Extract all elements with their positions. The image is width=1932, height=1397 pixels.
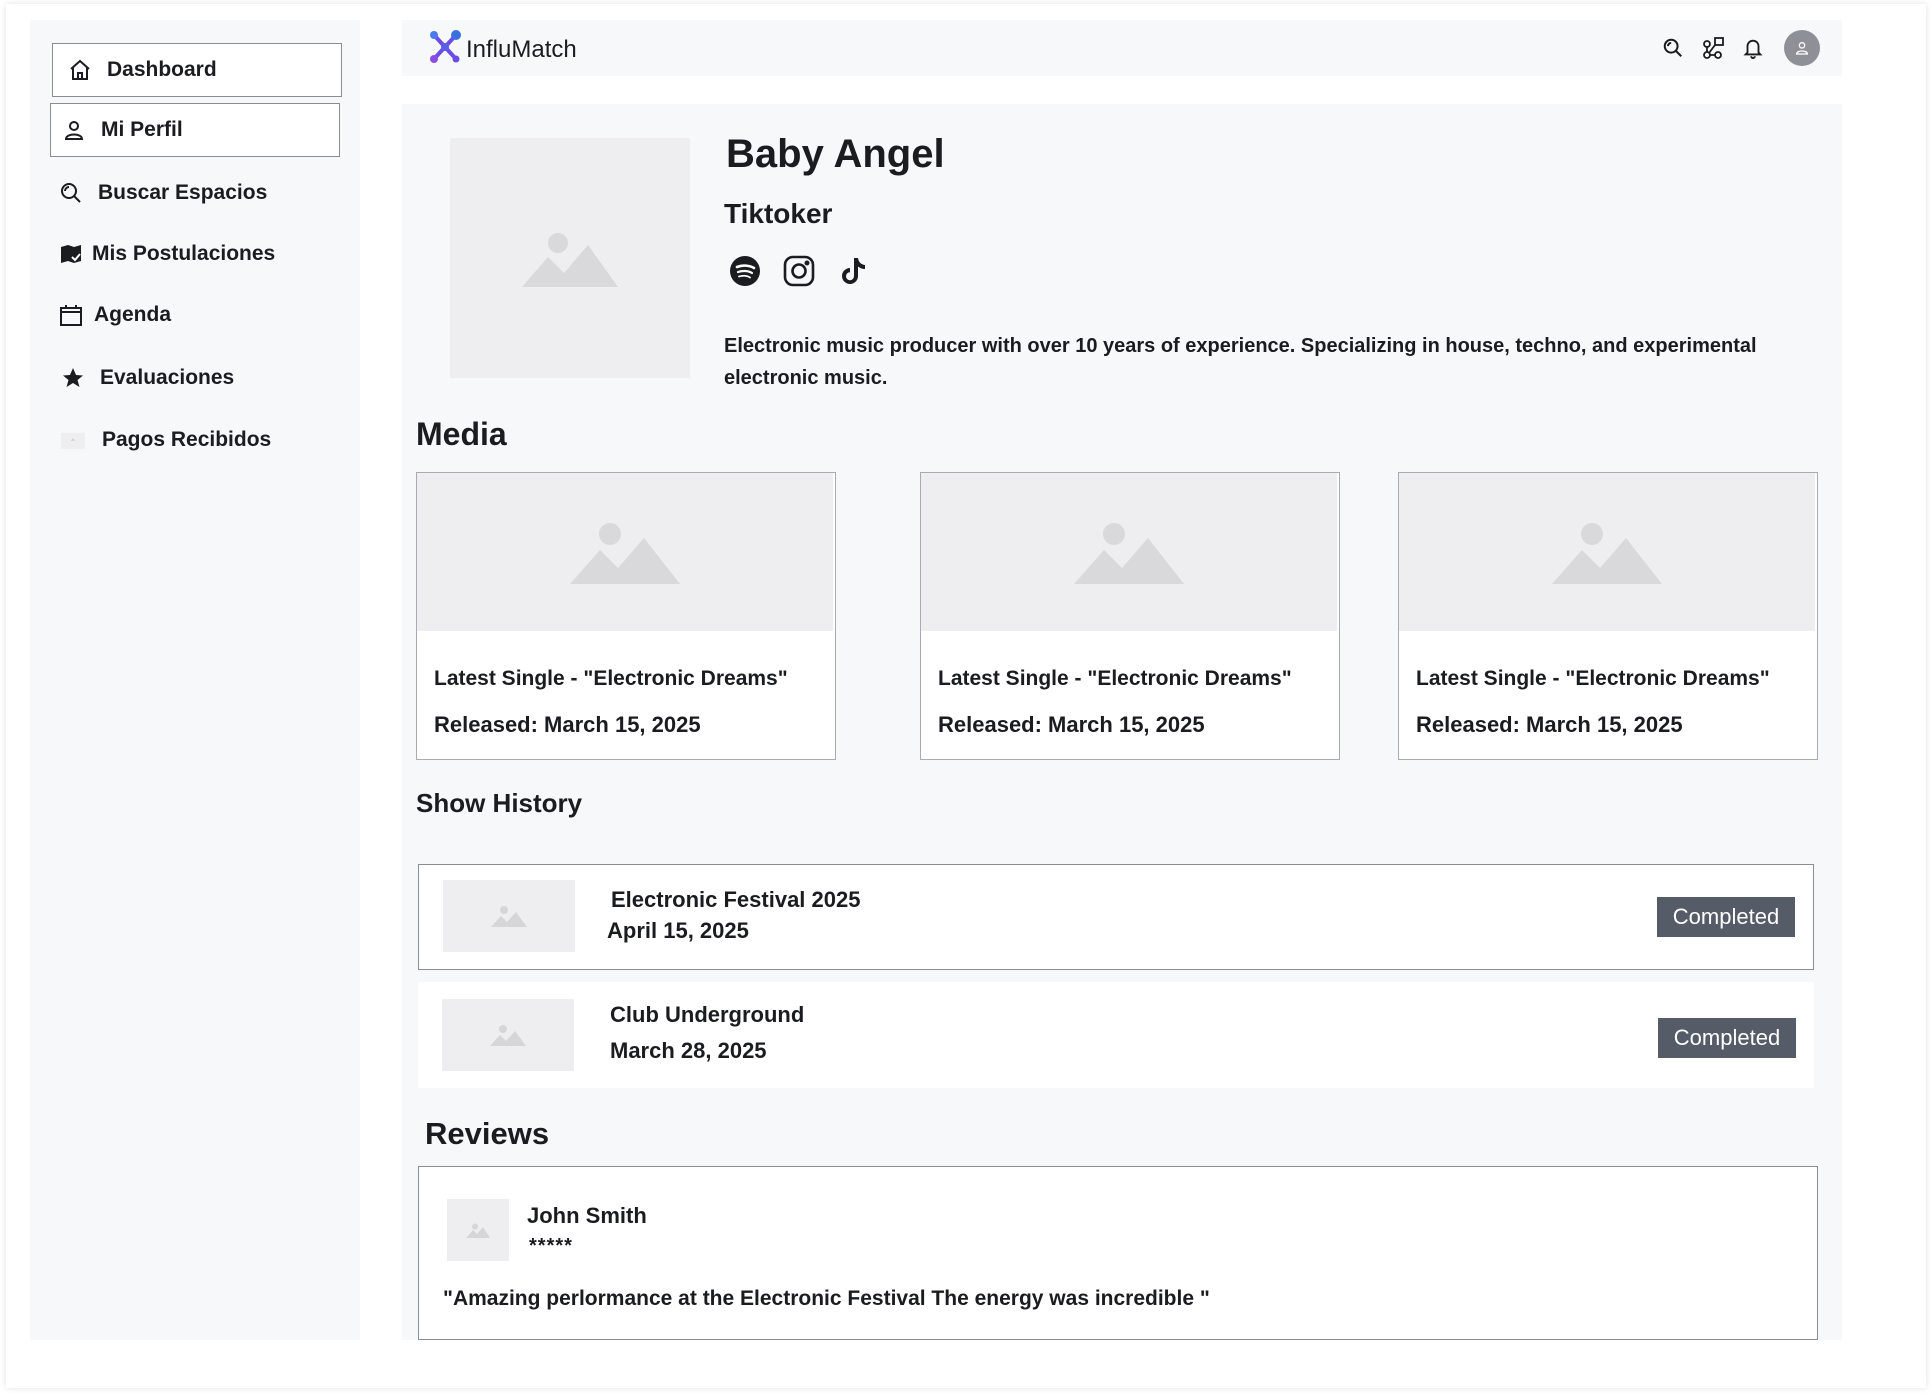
review-card: John Smith ***** "Amazing perlormance at…: [418, 1166, 1818, 1340]
media-date: Released: March 15, 2025: [434, 712, 701, 737]
image-placeholder-icon: [522, 233, 618, 287]
sidebar-item-mi-perfil[interactable]: Mi Perfil: [50, 103, 340, 157]
media-title: Latest Single - "Electronic Dreams": [1416, 667, 1770, 690]
status-badge: Completed: [1658, 1018, 1796, 1058]
search-icon[interactable]: [1660, 35, 1686, 61]
image-placeholder-icon: [1074, 523, 1184, 584]
calendar-icon: [58, 302, 84, 328]
sidebar-item-mis-postulaciones[interactable]: Mis Postulaciones: [58, 227, 348, 281]
media-card[interactable]: Latest Single - "Electronic Dreams" Rele…: [1398, 472, 1818, 760]
show-thumbnail: [442, 999, 574, 1071]
sidebar-item-pagos-recibidos[interactable]: Pagos Recibidos: [58, 413, 348, 467]
sidebar-item-agenda[interactable]: Agenda: [58, 288, 348, 342]
media-card[interactable]: Latest Single - "Electronic Dreams" Rele…: [416, 472, 836, 760]
bell-icon[interactable]: [1740, 35, 1766, 61]
tiktok-icon[interactable]: [836, 254, 870, 288]
media-date: Released: March 15, 2025: [938, 712, 1205, 737]
network-icon[interactable]: [1700, 35, 1726, 61]
spotify-icon[interactable]: [728, 254, 762, 288]
show-thumbnail: [443, 880, 575, 952]
sidebar-item-evaluaciones[interactable]: Evaluaciones: [60, 351, 350, 405]
show-history-title: Show History: [416, 788, 583, 818]
sidebar-item-dashboard[interactable]: Dashboard: [52, 43, 342, 97]
media-title: Latest Single - "Electronic Dreams": [938, 667, 1292, 690]
media-thumbnail: [921, 473, 1337, 631]
reviewer-name: John Smith: [527, 1203, 647, 1228]
review-text: "Amazing perlormance at the Electronic F…: [443, 1287, 1210, 1310]
image-placeholder-icon: [490, 1025, 526, 1046]
sidebar: Dashboard Mi Perfil Buscar Espacios Mis …: [30, 20, 360, 1340]
media-date: Released: March 15, 2025: [1416, 712, 1683, 737]
show-date: April 15, 2025: [607, 918, 749, 943]
reviewer-avatar: [447, 1199, 509, 1261]
show-history-row[interactable]: Club Underground March 28, 2025 Complete…: [418, 982, 1814, 1088]
media-thumbnail: [1399, 473, 1815, 631]
payments-icon: [58, 427, 88, 453]
topbar: InfluMatch: [402, 20, 1842, 76]
media-thumbnail: [417, 473, 833, 631]
reviews-section-title: Reviews: [425, 1116, 550, 1151]
media-section-title: Media: [416, 416, 507, 452]
profile-bio: Electronic music producer with over 10 y…: [724, 335, 1757, 389]
image-placeholder-icon: [1552, 523, 1662, 584]
profile-role: Tiktoker: [724, 198, 833, 229]
sidebar-item-label: Mis Postulaciones: [92, 242, 276, 265]
image-placeholder-icon: [466, 1223, 490, 1238]
profile-name: Baby Angel: [726, 132, 945, 176]
sidebar-item-label: Dashboard: [107, 58, 217, 81]
media-card[interactable]: Latest Single - "Electronic Dreams" Rele…: [920, 472, 1340, 760]
search-icon: [58, 180, 84, 206]
instagram-icon[interactable]: [782, 254, 816, 288]
brand-name: InfluMatch: [466, 35, 577, 63]
status-badge: Completed: [1657, 897, 1795, 937]
brand-logo[interactable]: InfluMatch: [428, 30, 577, 69]
profile-photo: [450, 138, 690, 378]
show-history-row[interactable]: Electronic Festival 2025 April 15, 2025 …: [418, 864, 1814, 970]
sidebar-item-label: Buscar Espacios: [98, 181, 268, 204]
profile-main: Baby Angel Tiktoker Electronic music pro…: [402, 104, 1842, 1340]
applications-icon: [58, 241, 84, 267]
sidebar-item-label: Agenda: [94, 303, 172, 326]
avatar[interactable]: [1784, 30, 1820, 66]
star-icon: [60, 365, 86, 391]
sidebar-item-label: Evaluaciones: [100, 366, 235, 389]
image-placeholder-icon: [491, 906, 527, 927]
home-icon: [67, 57, 93, 83]
social-links: [728, 254, 890, 288]
topbar-actions: [1646, 30, 1820, 66]
show-name: Club Underground: [610, 1002, 805, 1027]
show-name: Electronic Festival 2025: [611, 887, 861, 912]
sidebar-item-buscar-espacios[interactable]: Buscar Espacios: [58, 166, 348, 220]
sidebar-item-label: Mi Perfil: [101, 118, 183, 141]
influmatch-logo-icon: [428, 30, 462, 69]
show-date: March 28, 2025: [610, 1038, 767, 1063]
media-title: Latest Single - "Electronic Dreams": [434, 667, 788, 690]
image-placeholder-icon: [570, 523, 680, 584]
sidebar-item-label: Pagos Recibidos: [102, 428, 272, 451]
review-rating: *****: [529, 1235, 573, 1257]
user-icon: [61, 117, 87, 143]
